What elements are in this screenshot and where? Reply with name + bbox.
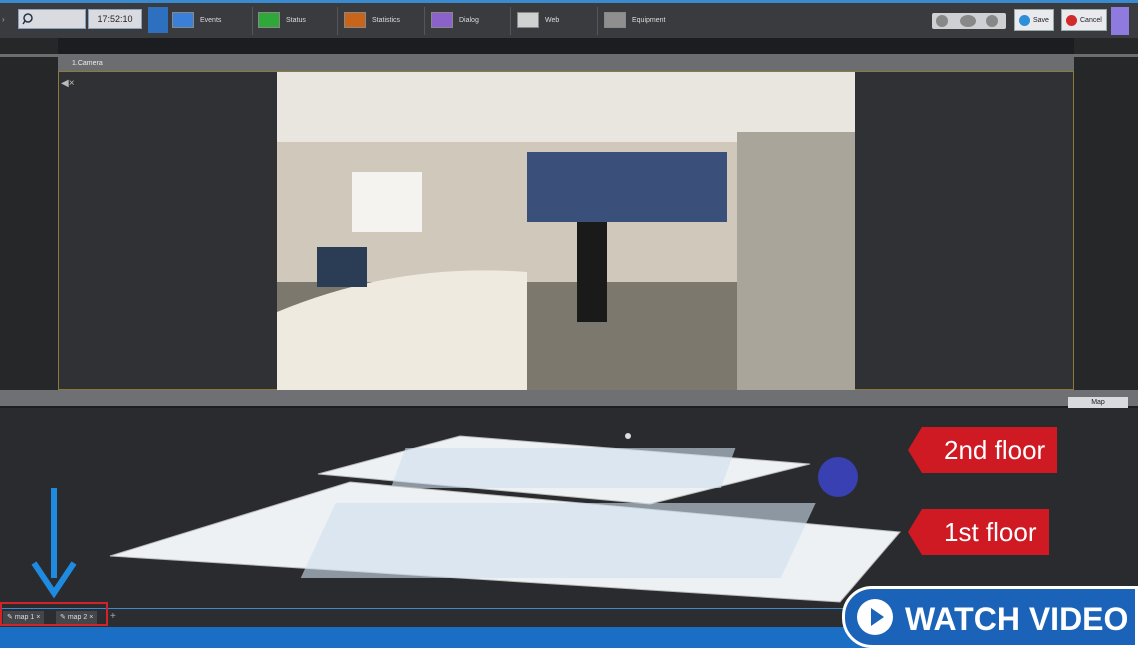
dialog-icon	[431, 12, 453, 28]
save-button[interactable]: Save	[1014, 9, 1054, 31]
events-icon	[172, 12, 194, 28]
top-toolbar: › 17:52:10 Events Status Statistics Dial…	[0, 0, 1138, 38]
floor-label-2nd: 2nd floor	[907, 427, 1058, 473]
tab-web[interactable]: Web	[517, 9, 559, 31]
tab-status[interactable]: Status	[258, 9, 306, 31]
search-input[interactable]	[18, 9, 86, 29]
mute-icon[interactable]: ◀×	[61, 78, 75, 89]
search-icon	[22, 13, 33, 25]
close-icon	[1066, 14, 1077, 26]
equipment-icon	[604, 12, 626, 28]
left-gutter	[0, 38, 58, 390]
right-gutter	[1074, 38, 1138, 390]
camera-video[interactable]	[277, 72, 855, 390]
down-arrow-icon	[31, 488, 77, 598]
add-tab-icon[interactable]: +	[110, 611, 116, 622]
tab-dialog[interactable]: Dialog	[431, 9, 479, 31]
tabs-highlight-box	[0, 602, 108, 626]
play-icon	[857, 599, 893, 635]
layout-grid-icon[interactable]	[148, 7, 168, 33]
clock-field[interactable]: 17:52:10	[88, 9, 142, 29]
view-mode-3-icon[interactable]	[986, 15, 998, 27]
statistics-icon	[344, 12, 366, 28]
floor-label-1st: 1st floor	[908, 509, 1049, 555]
tab-equipment[interactable]: Equipment	[604, 9, 665, 31]
tab-events[interactable]: Events	[172, 9, 221, 31]
watch-video-button[interactable]: WATCH VIDEO	[842, 586, 1138, 648]
view-mode-buttons[interactable]	[932, 13, 1006, 29]
view-mode-2-icon[interactable]	[960, 15, 976, 27]
web-icon	[517, 12, 539, 28]
office-scene-image	[277, 72, 855, 390]
tab-statistics[interactable]: Statistics	[344, 9, 400, 31]
cursor-highlight	[818, 457, 858, 497]
view-mode-1-icon[interactable]	[936, 15, 948, 27]
status-icon	[258, 12, 280, 28]
map-splitter[interactable]	[0, 390, 1138, 406]
settings-icon[interactable]	[1111, 7, 1129, 35]
collapse-arrow-icon[interactable]: ›	[2, 15, 5, 24]
camera-title: 1.Camera	[58, 57, 1074, 71]
cancel-button[interactable]: Cancel	[1061, 9, 1107, 31]
check-icon	[1019, 14, 1030, 26]
